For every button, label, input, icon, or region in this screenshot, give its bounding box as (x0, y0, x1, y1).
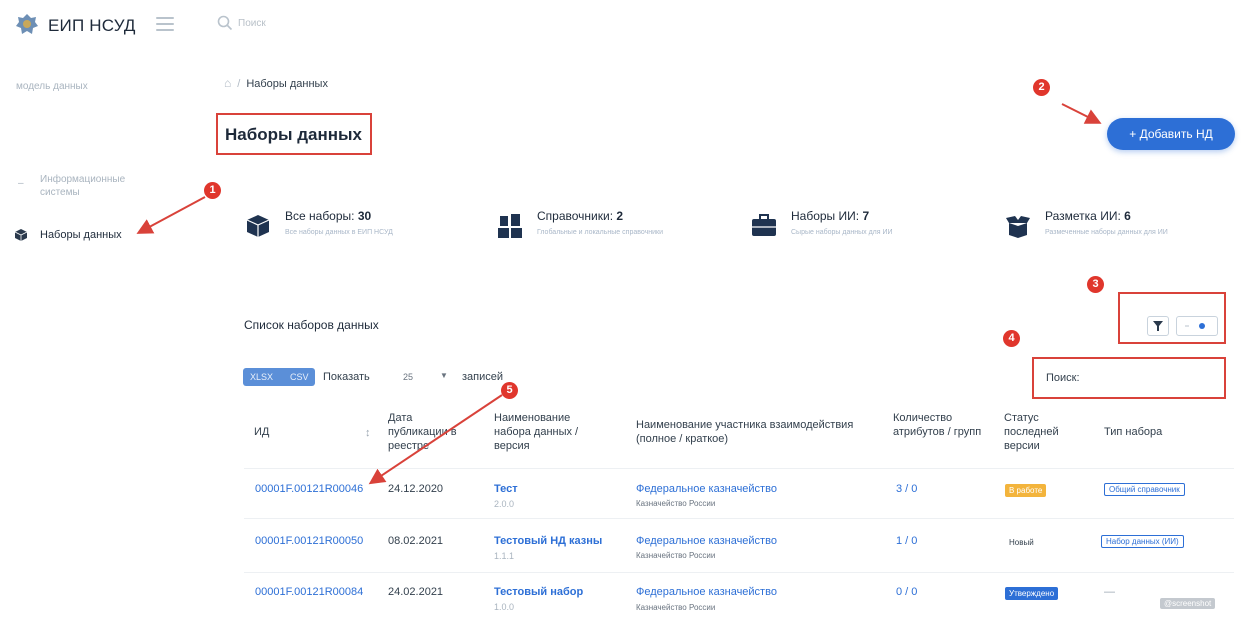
watermark: @screenshot (1160, 598, 1216, 609)
annotation-arrows (136, 103, 1102, 485)
